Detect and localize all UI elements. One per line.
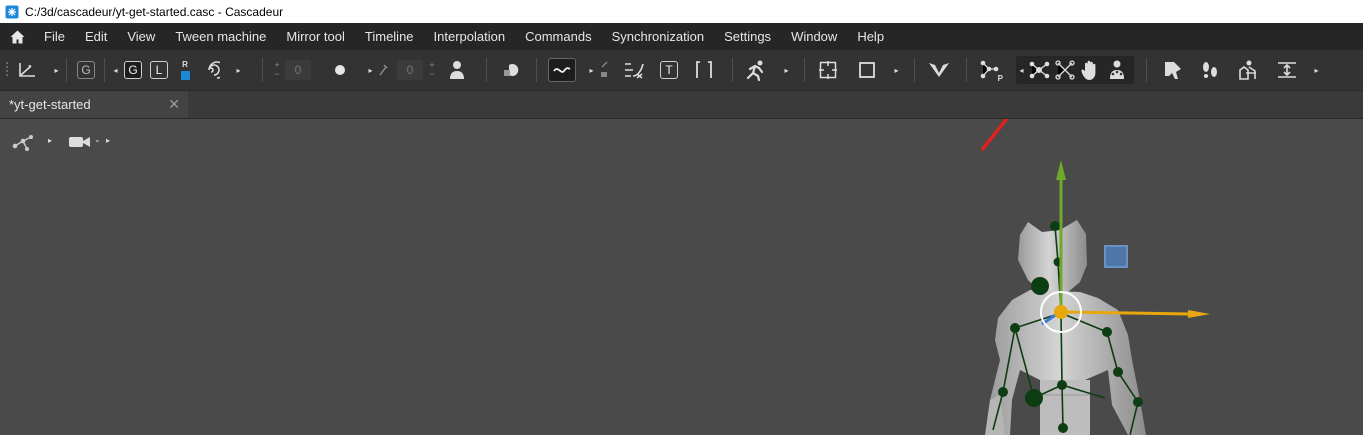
physics-icon[interactable]	[1236, 58, 1260, 82]
spiral-dropdown-icon[interactable]: ▸	[234, 58, 243, 82]
window-title: C:/3d/cascadeur/yt-get-started.casc - Ca…	[25, 4, 284, 19]
space-left-arrow-icon[interactable]: ◂	[111, 58, 120, 82]
toolbar-more-icon[interactable]: ▸	[1312, 58, 1321, 82]
brackets-icon[interactable]	[692, 58, 716, 82]
y-axis-arrow-icon[interactable]	[1056, 160, 1066, 180]
gizmo-center[interactable]	[1054, 305, 1068, 319]
lock-icon[interactable]	[598, 58, 610, 82]
x-axis-handle[interactable]	[1064, 310, 1191, 316]
annotation-arrow	[980, 119, 1009, 152]
stepper-a[interactable]: + −	[272, 58, 282, 82]
joint-tool-icon[interactable]	[1027, 58, 1051, 82]
home-button[interactable]	[0, 30, 34, 44]
main-toolbar: ▸ G ◂ G L R ▸ + − 0 ▸ 0 + − ▸ T ▸ ▸ P ◂ …	[0, 50, 1363, 91]
menu-view[interactable]: View	[117, 23, 165, 50]
global-space-label: G	[124, 61, 142, 79]
app-icon	[5, 5, 19, 18]
menu-window[interactable]: Window	[781, 23, 847, 50]
v-icon[interactable]	[926, 58, 952, 82]
field-b[interactable]: 0	[397, 58, 423, 82]
rl-toggle[interactable]: R	[178, 58, 192, 82]
person-icon[interactable]	[446, 58, 468, 82]
field-b-value: 0	[397, 60, 423, 80]
close-icon[interactable]: ✕	[168, 96, 180, 113]
field-a-value: 0	[285, 60, 311, 80]
scene-canvas	[980, 119, 1210, 435]
toolbar-grip-icon[interactable]	[4, 58, 10, 82]
menu-file[interactable]: File	[34, 23, 75, 50]
menu-interpolation[interactable]: Interpolation	[424, 23, 516, 50]
menu-synchronization[interactable]: Synchronization	[602, 23, 715, 50]
feet-icon[interactable]	[1198, 58, 1222, 82]
document-tab-bar: *yt-get-started ✕	[0, 91, 1363, 119]
trajectory-icon[interactable]	[622, 58, 646, 82]
dot-dropdown-icon[interactable]: ▸	[366, 58, 375, 82]
selection-marker-icon[interactable]	[1104, 245, 1128, 268]
menu-commands[interactable]: Commands	[515, 23, 601, 50]
curve-button[interactable]	[548, 58, 576, 82]
pin-label: P	[997, 74, 1003, 83]
menu-settings[interactable]: Settings	[714, 23, 781, 50]
document-tab-label: *yt-get-started	[9, 97, 91, 112]
rl-label: R	[182, 60, 188, 69]
text-tool-button[interactable]: T	[658, 58, 680, 82]
dot-icon[interactable]	[330, 58, 350, 82]
local-space-button[interactable]: L	[148, 58, 170, 82]
axes-icon[interactable]	[14, 58, 40, 82]
spiral-icon[interactable]	[196, 58, 222, 82]
home-icon	[10, 30, 24, 43]
viewport-3d[interactable]: ▸ ⌄ ▸	[0, 119, 1363, 435]
run-dropdown-icon[interactable]: ▸	[782, 58, 791, 82]
x-axis-arrow-icon[interactable]	[1188, 310, 1210, 318]
pose-icon[interactable]	[1160, 58, 1186, 82]
square-dropdown-icon[interactable]: ▸	[892, 58, 901, 82]
menu-edit[interactable]: Edit	[75, 23, 117, 50]
menu-mirror-tool[interactable]: Mirror tool	[276, 23, 355, 50]
curve-dropdown-icon[interactable]: ▸	[587, 58, 596, 82]
axes-dropdown-icon[interactable]: ▸	[52, 58, 61, 82]
controller-left-arrow-icon[interactable]: ◂	[1017, 58, 1026, 82]
menu-help[interactable]: Help	[847, 23, 894, 50]
rig-icon[interactable]	[1106, 58, 1128, 82]
title-bar: C:/3d/cascadeur/yt-get-started.casc - Ca…	[0, 0, 1363, 23]
menu-tween-machine[interactable]: Tween machine	[165, 23, 276, 50]
stepper-b[interactable]: + −	[427, 58, 437, 82]
rl-blue-badge-icon	[180, 71, 190, 80]
global-label: G	[77, 61, 95, 79]
point-controllers-icon[interactable]	[1054, 58, 1076, 82]
hand-icon[interactable]	[1080, 58, 1102, 82]
shape-icon[interactable]	[498, 58, 524, 82]
curve-icon	[548, 58, 576, 82]
text-tool-label: T	[660, 61, 678, 79]
local-space-label: L	[150, 61, 168, 79]
minus-a: −	[274, 69, 280, 79]
pipette-icon[interactable]	[377, 58, 389, 82]
minus-b: −	[429, 69, 435, 79]
square-icon[interactable]	[855, 58, 879, 82]
run-icon[interactable]	[743, 58, 769, 82]
global-button[interactable]: G	[76, 58, 96, 82]
field-a[interactable]: 0	[285, 58, 311, 82]
global-space-button[interactable]: G	[122, 58, 144, 82]
pinned-joints-icon[interactable]: P	[977, 58, 1003, 83]
distance-icon[interactable]	[1274, 58, 1300, 82]
menu-bar: File Edit View Tween machine Mirror tool…	[0, 23, 1363, 50]
document-tab[interactable]: *yt-get-started ✕	[0, 91, 188, 118]
frame-icon[interactable]	[816, 58, 840, 82]
menu-timeline[interactable]: Timeline	[355, 23, 424, 50]
